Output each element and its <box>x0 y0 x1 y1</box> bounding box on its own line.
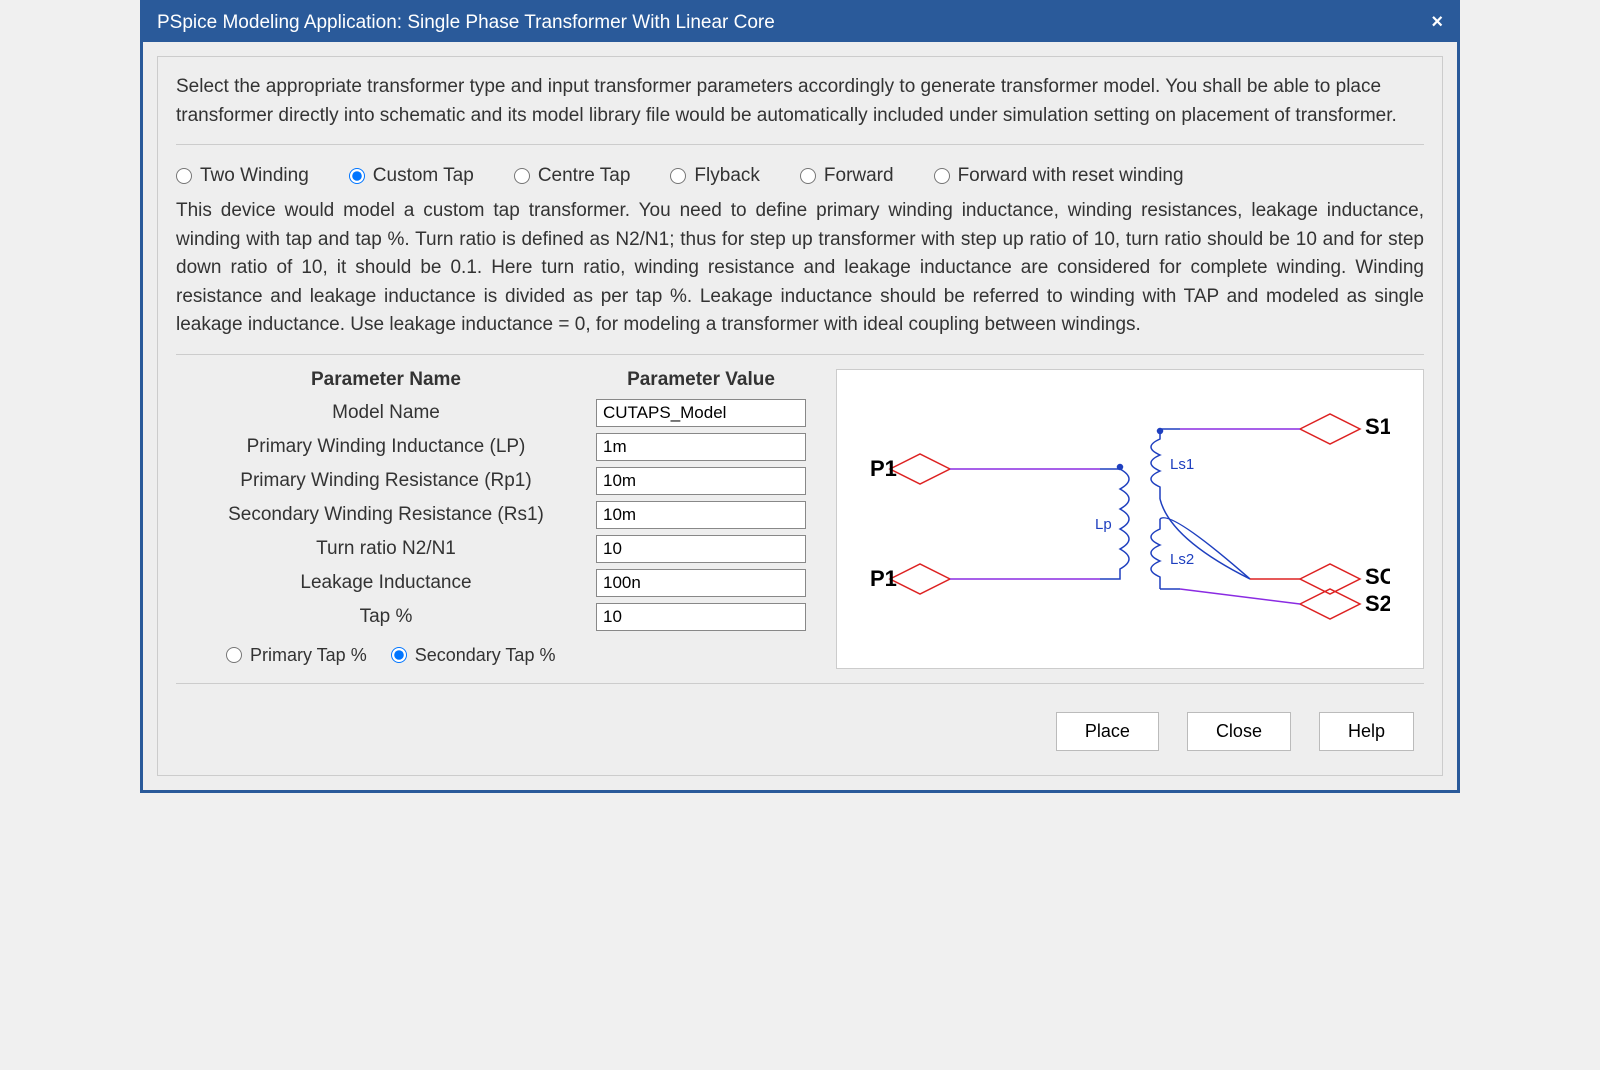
model-name-input[interactable] <box>596 399 806 427</box>
radio-label: Centre Tap <box>538 165 631 187</box>
divider <box>176 354 1424 355</box>
transformer-type-group: Two Winding Custom Tap Centre Tap Flybac… <box>176 159 1424 197</box>
button-bar: Place Close Help <box>176 698 1424 759</box>
pin-p1-bottom: P1 <box>870 566 897 591</box>
row-rp1: Primary Winding Resistance (Rp1) <box>176 467 806 495</box>
row-turn-ratio: Turn ratio N2/N1 <box>176 535 806 563</box>
radio-secondary-tap[interactable]: Secondary Tap % <box>391 645 556 666</box>
radio-forward[interactable]: Forward <box>800 165 894 187</box>
radio-label: Two Winding <box>200 165 309 187</box>
rp1-input[interactable] <box>596 467 806 495</box>
radio-label: Forward with reset winding <box>958 165 1184 187</box>
param-label: Model Name <box>176 402 596 424</box>
table-header: Parameter Name Parameter Value <box>176 369 806 391</box>
lp-input[interactable] <box>596 433 806 461</box>
header-param-name: Parameter Name <box>176 369 596 391</box>
main-panel: Select the appropriate transformer type … <box>157 56 1443 776</box>
radio-label: Flyback <box>694 165 759 187</box>
radio-custom-tap[interactable]: Custom Tap <box>349 165 474 187</box>
param-label: Tap % <box>176 606 596 628</box>
row-lp: Primary Winding Inductance (LP) <box>176 433 806 461</box>
label-ls1: Ls1 <box>1170 456 1194 473</box>
divider <box>176 683 1424 684</box>
radio-primary-tap[interactable]: Primary Tap % <box>226 645 367 666</box>
radio-label: Primary Tap % <box>250 645 367 666</box>
titlebar: PSpice Modeling Application: Single Phas… <box>143 3 1457 42</box>
param-label: Primary Winding Inductance (LP) <box>176 436 596 458</box>
content-area: Select the appropriate transformer type … <box>143 42 1457 790</box>
param-label: Turn ratio N2/N1 <box>176 538 596 560</box>
row-tap-pct: Tap % <box>176 603 806 631</box>
row-model-name: Model Name <box>176 399 806 427</box>
transformer-schematic-icon: P1 P1 S1 SC S2 Lp Ls1 Ls2 <box>870 389 1390 649</box>
label-ls2: Ls2 <box>1170 551 1194 568</box>
turn-ratio-input[interactable] <box>596 535 806 563</box>
radio-two-winding[interactable]: Two Winding <box>176 165 309 187</box>
place-button[interactable]: Place <box>1056 712 1159 751</box>
label-lp: Lp <box>1095 516 1112 533</box>
radio-forward-reset[interactable]: Forward with reset winding <box>934 165 1184 187</box>
radio-label: Custom Tap <box>373 165 474 187</box>
param-label: Primary Winding Resistance (Rp1) <box>176 470 596 492</box>
tap-side-group: Primary Tap % Secondary Tap % <box>176 637 806 666</box>
help-button[interactable]: Help <box>1319 712 1414 751</box>
schematic-preview: P1 P1 S1 SC S2 Lp Ls1 Ls2 <box>836 369 1424 669</box>
tap-pct-input[interactable] <box>596 603 806 631</box>
pin-s1: S1 <box>1365 414 1390 439</box>
parameter-table: Parameter Name Parameter Value Model Nam… <box>176 369 806 669</box>
close-button[interactable]: Close <box>1187 712 1291 751</box>
radio-label: Secondary Tap % <box>415 645 556 666</box>
param-label: Secondary Winding Resistance (Rs1) <box>176 504 596 526</box>
intro-text: Select the appropriate transformer type … <box>176 73 1424 130</box>
leakage-input[interactable] <box>596 569 806 597</box>
row-rs1: Secondary Winding Resistance (Rs1) <box>176 501 806 529</box>
close-icon[interactable]: × <box>1431 11 1443 34</box>
dialog-window: PSpice Modeling Application: Single Phas… <box>140 0 1460 793</box>
parameter-section: Parameter Name Parameter Value Model Nam… <box>176 369 1424 669</box>
param-label: Leakage Inductance <box>176 572 596 594</box>
radio-flyback[interactable]: Flyback <box>670 165 759 187</box>
pin-sc: SC <box>1365 564 1390 589</box>
pin-p1-top: P1 <box>870 456 897 481</box>
pin-s2: S2 <box>1365 591 1390 616</box>
device-description: This device would model a custom tap tra… <box>176 197 1424 340</box>
divider <box>176 144 1424 145</box>
radio-centre-tap[interactable]: Centre Tap <box>514 165 631 187</box>
rs1-input[interactable] <box>596 501 806 529</box>
header-param-value: Parameter Value <box>596 369 806 391</box>
radio-label: Forward <box>824 165 894 187</box>
dialog-title: PSpice Modeling Application: Single Phas… <box>157 12 775 34</box>
row-leakage: Leakage Inductance <box>176 569 806 597</box>
